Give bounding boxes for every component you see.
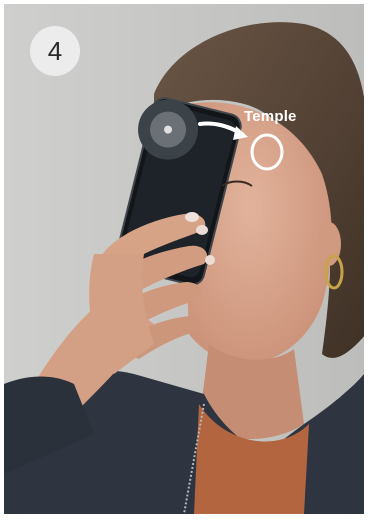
step-number-badge: 4 [30,26,80,76]
scene-illustration [4,4,364,514]
temple-label: Temple [244,108,297,125]
image-frame: 4 Temple [4,4,364,514]
